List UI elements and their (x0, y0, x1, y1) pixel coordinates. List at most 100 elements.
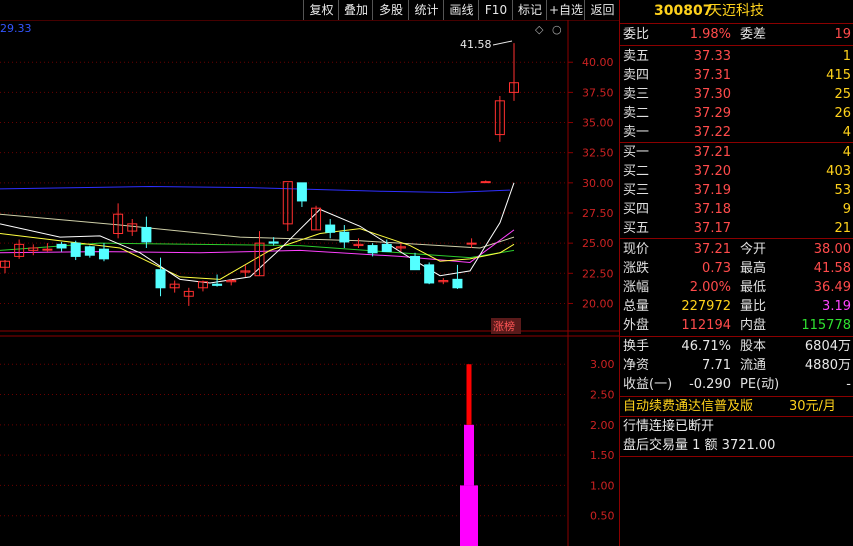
volume-bar-segment (464, 424, 474, 486)
candle-body (141, 226, 152, 243)
info-label-2: 股本 (740, 339, 767, 354)
candle-body (452, 278, 463, 289)
stock-name: 天迈科技 (708, 3, 764, 19)
bid-label: 买三 (623, 183, 650, 198)
connection-status: 行情连接已断开 (623, 419, 715, 434)
bid-volume: 21 (834, 221, 851, 236)
weibi-row: 委比 1.98% 委差 19 (623, 27, 851, 42)
bid-price: 37.19 (693, 183, 731, 198)
volume-tick-label: 1.50 (590, 449, 615, 462)
candle-body (155, 269, 166, 289)
rank-badge: 涨榜 (493, 319, 515, 333)
ask-price: 37.29 (693, 106, 731, 121)
candle-body (42, 248, 53, 251)
stat-label: 总量 (623, 299, 650, 314)
stat-value-2: 3.19 (822, 299, 851, 314)
bid-volume: 53 (834, 183, 851, 198)
stat-label: 涨幅 (623, 280, 650, 295)
bid-volume: 403 (826, 164, 851, 179)
ask-row: 卖一 37.22 4 (620, 123, 853, 142)
ask-label: 卖五 (623, 49, 650, 64)
info-value-2: - (846, 377, 851, 392)
info-value-2: 4880万 (804, 358, 851, 373)
stat-label-2: 量比 (740, 299, 767, 314)
info-value: 7.71 (702, 358, 731, 373)
ask-price: 37.30 (693, 87, 731, 102)
ad-row[interactable]: 自动续费通达信普及版 30元/月 (620, 397, 853, 416)
stat-label-2: 今开 (740, 242, 767, 257)
toolbar-item-3[interactable]: 统计 (408, 0, 444, 20)
candle-body (56, 243, 67, 249)
candle-body (466, 242, 477, 245)
ask-volume: 1 (842, 49, 851, 64)
toolbar-item-5[interactable]: F10 (478, 0, 513, 20)
ask-volume: 25 (834, 87, 851, 102)
toolbar-item-6[interactable]: 标记 (512, 0, 547, 20)
stat-value: 112194 (681, 318, 731, 333)
price-tick-label: 30.00 (582, 177, 614, 190)
diamond-icon[interactable]: ◇ (535, 23, 544, 36)
price-tick-label: 25.00 (582, 237, 614, 250)
price-tick-label: 40.00 (582, 56, 614, 69)
ask-label: 卖一 (623, 125, 650, 140)
bid-row: 买一 37.21 4 (620, 143, 853, 162)
info-label: 收益(一) (623, 377, 673, 392)
info-row: 收益(一) -0.290 PE(动) - (620, 375, 853, 394)
ask-price: 37.22 (693, 125, 731, 140)
candle-body (381, 243, 392, 253)
stat-value: 37.21 (693, 242, 731, 257)
stat-label-2: 内盘 (740, 318, 767, 333)
volume-tick-label: 2.00 (590, 419, 615, 432)
stat-label-2: 最低 (740, 280, 767, 295)
stat-value: 227972 (681, 299, 731, 314)
candle-body (98, 248, 109, 260)
ask-row: 卖四 37.31 415 (620, 66, 853, 85)
ask-row: 卖二 37.29 26 (620, 104, 853, 123)
stat-label: 外盘 (623, 318, 650, 333)
stat-value: 2.00% (689, 280, 731, 295)
info-row: 换手 46.71% 股本 6804万 (620, 337, 853, 356)
volume-bar-segment (460, 485, 478, 546)
toolbar-item-2[interactable]: 多股 (372, 0, 409, 20)
ad-text[interactable]: 自动续费通达信普及版 (623, 397, 753, 416)
connection-status-row: 行情连接已断开 (620, 417, 853, 436)
info-value: -0.290 (689, 377, 731, 392)
price-tick-label: 27.50 (582, 207, 614, 220)
volume-tick-label: 2.50 (590, 389, 615, 402)
bid-row: 买四 37.18 9 (620, 200, 853, 219)
toolbar-item-4[interactable]: 画线 (443, 0, 479, 20)
volume-bar-segment (466, 364, 472, 425)
ad-price[interactable]: 30元/月 (789, 397, 836, 416)
weibi-value: 1.98% (689, 27, 731, 42)
info-label: 换手 (623, 339, 650, 354)
bid-label: 买二 (623, 164, 650, 179)
peak-price-label: 41.58 (460, 38, 492, 51)
candle-body (480, 181, 491, 184)
ask-price: 37.31 (693, 68, 731, 83)
stat-value: 0.73 (702, 261, 731, 276)
price-tick-label: 22.50 (582, 267, 614, 280)
ask-volume: 4 (842, 125, 851, 140)
volume-tick-label: 0.50 (590, 510, 615, 523)
toolbar-item-0[interactable]: 复权 (303, 0, 339, 20)
settings-circle-icon[interactable]: ○ (552, 23, 562, 36)
info-value: 46.71% (681, 339, 731, 354)
candle-body (296, 182, 307, 202)
bid-price: 37.18 (693, 202, 731, 217)
kline-chart[interactable]: 40.00 37.50 35.00 32.50 30.00 27.50 25.00 22.50… (0, 0, 619, 546)
stock-title-row: 300807 天迈科技 (620, 2, 853, 22)
volume-tick-label: 1.00 (590, 479, 615, 492)
info-label: 净资 (623, 358, 650, 373)
bid-label: 买五 (623, 221, 650, 236)
toolbar-item-7[interactable]: +自选 (546, 0, 585, 20)
info-label-2: PE(动) (740, 377, 780, 392)
toolbar-item-1[interactable]: 叠加 (338, 0, 373, 20)
stat-value-2: 38.00 (813, 242, 851, 257)
toolbar-item-8[interactable]: 返回 (584, 0, 620, 20)
candle-body (367, 245, 378, 254)
candle-body (70, 242, 81, 257)
bid-volume: 9 (842, 202, 851, 217)
info-value-2: 6804万 (804, 339, 851, 354)
bid-price: 37.17 (693, 221, 731, 236)
quote-panel: 300807 天迈科技 委比 1.98% 委差 19 卖五 37.33 1 卖四 37.… (619, 0, 853, 546)
